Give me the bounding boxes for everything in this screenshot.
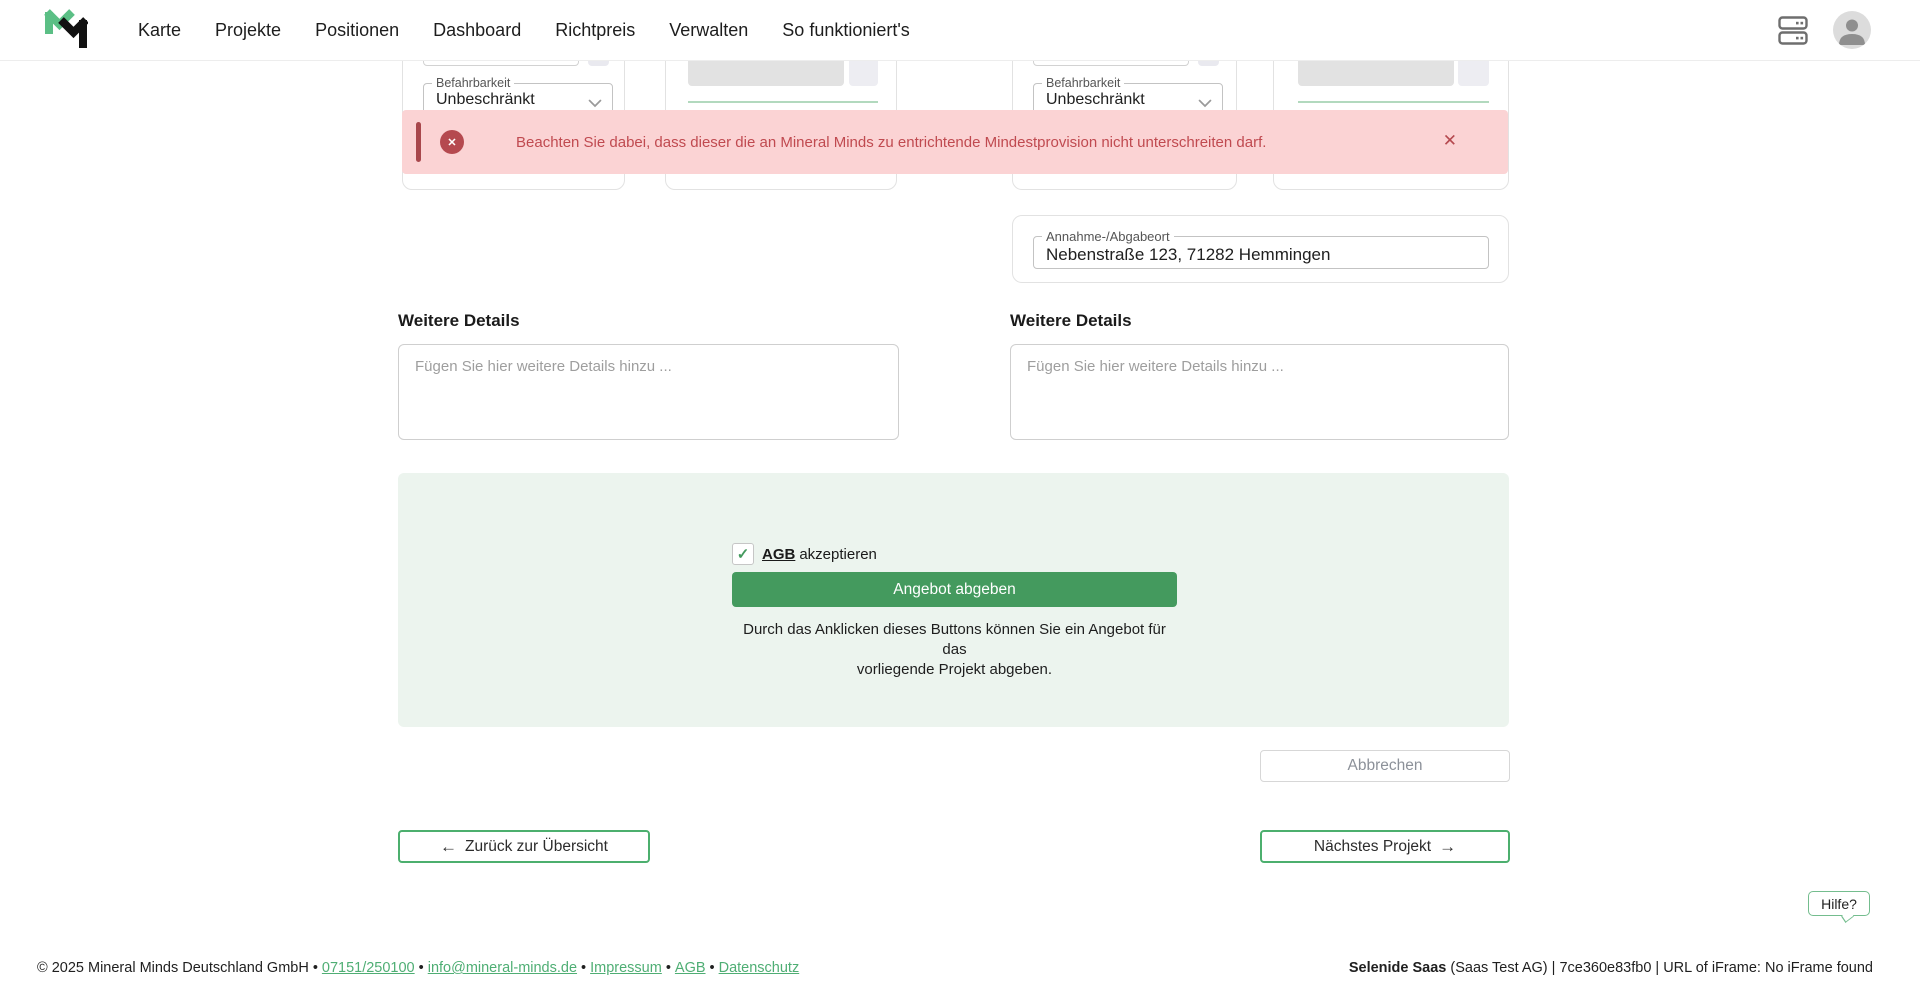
mineral-minds-logo[interactable] (44, 7, 88, 53)
help-bubble[interactable]: Hilfe? (1808, 891, 1870, 916)
agb-label: AGB akzeptieren (762, 543, 877, 565)
nav-item-so-funktionierts[interactable]: So funktioniert's (782, 20, 910, 41)
error-icon: ✕ (440, 130, 464, 154)
help-bubble-tail (1841, 910, 1854, 923)
footer-separator: • (577, 960, 590, 976)
check-icon: ✓ (737, 545, 750, 563)
submit-offer-button[interactable]: Angebot abgeben (732, 572, 1177, 607)
offer-note-line2: vorliegende Projekt abgeben. (732, 660, 1177, 680)
close-icon[interactable]: ✕ (1443, 131, 1457, 151)
footer-right: Selenide Saas (Saas Test AG) | 7ce360e83… (1349, 960, 1873, 976)
pickup-location-value: Nebenstraße 123, 71282 Hemmingen (1046, 245, 1330, 265)
next-button-label: Nächstes Projekt (1314, 838, 1431, 856)
disabled-adornment (849, 57, 878, 86)
befahrbarkeit-value: Unbeschränkt (436, 91, 535, 109)
cancel-button[interactable]: Abbrechen (1260, 750, 1510, 782)
nav-item-projekte[interactable]: Projekte (215, 20, 281, 41)
offer-note: Durch das Anklicken dieses Buttons könne… (732, 620, 1177, 680)
nav-item-verwalten[interactable]: Verwalten (669, 20, 748, 41)
error-alert: ✕ Beachten Sie dabei, dass dieser die an… (402, 110, 1508, 174)
disabled-input (688, 57, 844, 86)
main-nav: Karte Projekte Positionen Dashboard Rich… (138, 0, 910, 60)
footer-link-phone[interactable]: 07151/250100 (322, 960, 415, 976)
alert-message: Beachten Sie dabei, dass dieser die an M… (516, 110, 1266, 174)
pickup-location-field[interactable]: Annahme-/Abgabeort Nebenstraße 123, 7128… (1033, 236, 1489, 269)
details-textarea-right[interactable] (1010, 344, 1509, 440)
footer-copyright: © 2025 Mineral Minds Deutschland GmbH (37, 960, 309, 976)
underlined-input[interactable] (1298, 101, 1489, 103)
agb-link[interactable]: AGB (762, 546, 795, 563)
offer-note-line1: Durch das Anklicken dieses Buttons könne… (732, 620, 1177, 660)
help-label: Hilfe? (1821, 896, 1857, 912)
back-to-overview-button[interactable]: ← Zurück zur Übersicht (398, 830, 650, 863)
agb-checkbox[interactable]: ✓ (732, 543, 754, 565)
arrow-left-icon: ← (440, 838, 457, 855)
pickup-location-label: Annahme-/Abgabeort (1042, 229, 1174, 244)
details-heading-left: Weitere Details (398, 311, 520, 331)
footer-left: © 2025 Mineral Minds Deutschland GmbH•07… (37, 960, 799, 976)
disabled-adornment (1458, 57, 1489, 86)
footer-link-agb[interactable]: AGB (675, 960, 706, 976)
server-icon[interactable] (1778, 16, 1808, 50)
top-navigation-bar: Karte Projekte Positionen Dashboard Rich… (0, 0, 1920, 61)
user-avatar[interactable] (1833, 11, 1871, 49)
pickup-location-card: Annahme-/Abgabeort Nebenstraße 123, 7128… (1012, 215, 1509, 283)
footer-app-info: (Saas Test AG) | 7ce360e83fb0 | URL of i… (1450, 960, 1873, 976)
alert-accent-bar (416, 122, 421, 162)
details-heading-right: Weitere Details (1010, 311, 1132, 331)
befahrbarkeit-value: Unbeschränkt (1046, 91, 1145, 109)
nav-item-dashboard[interactable]: Dashboard (433, 20, 521, 41)
footer-separator: • (415, 960, 428, 976)
footer-link-email[interactable]: info@mineral-minds.de (428, 960, 577, 976)
footer-separator: • (706, 960, 719, 976)
back-button-label: Zurück zur Übersicht (465, 838, 608, 856)
arrow-right-icon: → (1439, 838, 1456, 855)
nav-item-karte[interactable]: Karte (138, 20, 181, 41)
footer-link-impressum[interactable]: Impressum (590, 960, 662, 976)
page: Befahrbarkeit Unbeschränkt Befahrbarkeit… (0, 0, 1920, 994)
offer-section: ✓ AGB akzeptieren Angebot abgeben Durch … (398, 473, 1509, 727)
disabled-input (1298, 57, 1454, 86)
nav-item-richtpreis[interactable]: Richtpreis (555, 20, 635, 41)
footer-separator: • (309, 960, 322, 976)
footer-separator: • (662, 960, 675, 976)
agb-suffix: akzeptieren (799, 546, 877, 563)
nav-item-positionen[interactable]: Positionen (315, 20, 399, 41)
footer-app-name: Selenide Saas (1349, 960, 1447, 976)
befahrbarkeit-label: Befahrbarkeit (432, 76, 514, 90)
footer-link-datenschutz[interactable]: Datenschutz (719, 960, 800, 976)
next-project-button[interactable]: Nächstes Projekt → (1260, 830, 1510, 863)
underlined-input[interactable] (688, 101, 878, 103)
details-textarea-left[interactable] (398, 344, 899, 440)
befahrbarkeit-label: Befahrbarkeit (1042, 76, 1124, 90)
